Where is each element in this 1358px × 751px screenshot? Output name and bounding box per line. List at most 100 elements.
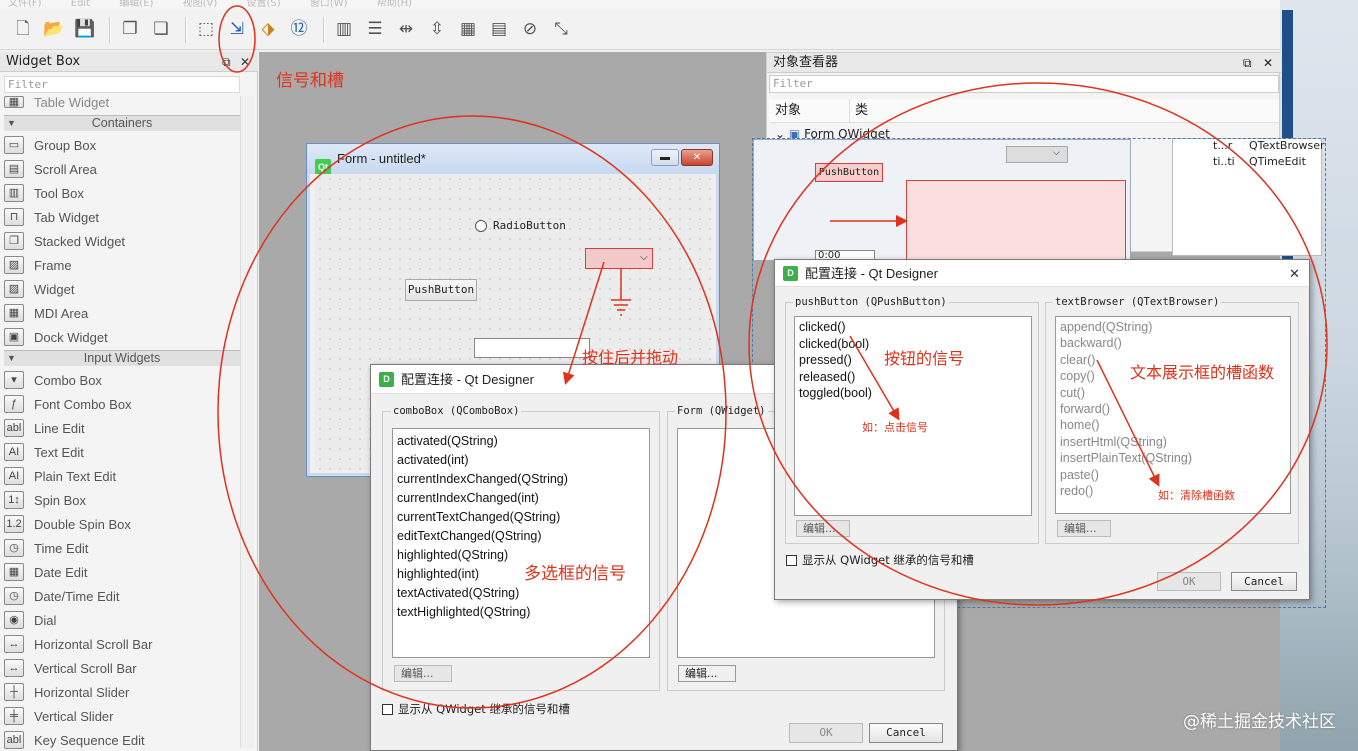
edit-tab-order-icon[interactable]: ⑫ bbox=[286, 17, 312, 43]
save-icon[interactable]: 💾 bbox=[72, 17, 98, 43]
layout-horizontal-icon[interactable]: ▥ bbox=[331, 17, 357, 43]
float-icon[interactable]: ⧉ bbox=[222, 52, 231, 72]
widget-item[interactable]: ⊓ Tab Widget bbox=[4, 205, 240, 229]
close-icon[interactable]: ✕ bbox=[1289, 260, 1300, 287]
widget-item[interactable]: ▭ Group Box bbox=[4, 133, 240, 157]
text-browser[interactable] bbox=[906, 180, 1126, 262]
list-item[interactable]: currentIndexChanged(int) bbox=[393, 489, 649, 508]
widget-item[interactable]: AI Text Edit bbox=[4, 440, 240, 464]
list-item[interactable]: backward() bbox=[1056, 335, 1290, 351]
list-item[interactable]: released() bbox=[795, 369, 1031, 386]
widget-item[interactable]: 1.2 Double Spin Box bbox=[4, 512, 240, 536]
list-item[interactable]: textActivated(QString) bbox=[393, 584, 649, 603]
list-item[interactable]: append(QString) bbox=[1056, 319, 1290, 335]
window-stack-icon[interactable]: ❏ bbox=[148, 17, 174, 43]
list-item[interactable]: clicked() bbox=[795, 319, 1031, 336]
edit-widgets-icon[interactable]: ⬚ bbox=[193, 17, 219, 43]
ok-button[interactable]: OK bbox=[789, 723, 863, 743]
list-item[interactable]: paste() bbox=[1056, 467, 1290, 483]
list-item[interactable]: textHighlighted(QString) bbox=[393, 603, 649, 622]
widget-item[interactable]: ↔ Horizontal Scroll Bar bbox=[4, 632, 240, 656]
list-item[interactable]: currentIndexChanged(QString) bbox=[393, 470, 649, 489]
list-item[interactable]: insertPlainText(QString) bbox=[1056, 450, 1290, 466]
menu-edit-en[interactable]: Edit bbox=[71, 0, 90, 9]
widget-item[interactable]: ◷ Time Edit bbox=[4, 536, 240, 560]
layout-vertical-splitter-icon[interactable]: ⇳ bbox=[424, 17, 450, 43]
list-item[interactable]: forward() bbox=[1056, 401, 1290, 417]
widget-item[interactable]: ┼ Horizontal Slider bbox=[4, 680, 240, 704]
widget-item[interactable]: ◉ Dial bbox=[4, 608, 240, 632]
edit-signals-button[interactable]: 编辑... bbox=[796, 520, 850, 537]
widget-item[interactable]: 1↕ Spin Box bbox=[4, 488, 240, 512]
widget-item[interactable]: ↔ Vertical Scroll Bar bbox=[4, 656, 240, 680]
edit-signals-slots-icon[interactable]: ⇲ bbox=[224, 17, 250, 43]
widget-item[interactable]: abl Key Sequence Edit bbox=[4, 728, 240, 751]
show-inherited-checkbox[interactable]: 显示从 QWidget 继承的信号和槽 bbox=[786, 552, 974, 568]
widget-item[interactable]: ▨ Frame bbox=[4, 253, 240, 277]
widget-item[interactable]: ▤ Scroll Area bbox=[4, 157, 240, 181]
widget-box-scrollbar[interactable] bbox=[240, 96, 254, 748]
widget-item[interactable]: ▾ Combo Box bbox=[4, 368, 240, 392]
list-item[interactable]: home() bbox=[1056, 417, 1290, 433]
widget-item[interactable]: ╪ Vertical Slider bbox=[4, 704, 240, 728]
menu-edit[interactable]: 编辑(E) bbox=[119, 0, 153, 9]
window-icon[interactable]: ❐ bbox=[117, 17, 143, 43]
edit-buddies-icon[interactable]: ⬗ bbox=[255, 17, 281, 43]
widget-filter-input[interactable]: Filter bbox=[4, 76, 240, 93]
cancel-button[interactable]: Cancel bbox=[1231, 572, 1297, 591]
widget-item[interactable]: ▣ Dock Widget bbox=[4, 325, 240, 349]
list-item[interactable]: insertHtml(QString) bbox=[1056, 434, 1290, 450]
cancel-button[interactable]: Cancel bbox=[869, 723, 943, 743]
show-inherited-checkbox[interactable]: 显示从 QWidget 继承的信号和槽 bbox=[382, 701, 570, 717]
widget-item[interactable]: ▥ Tool Box bbox=[4, 181, 240, 205]
open-folder-icon[interactable]: 📂 bbox=[41, 17, 67, 43]
layout-grid-icon[interactable]: ▦ bbox=[455, 17, 481, 43]
widget-item[interactable]: ▦ MDI Area bbox=[4, 301, 240, 325]
minimize-button[interactable]: ▬ bbox=[651, 149, 679, 166]
list-item[interactable]: cut() bbox=[1056, 385, 1290, 401]
menu-file[interactable]: 文件(F) bbox=[8, 0, 42, 9]
category-input-widgets[interactable]: ▼ Input Widgets bbox=[4, 350, 240, 366]
float-icon[interactable]: ⧉ bbox=[1243, 53, 1252, 73]
menu-view[interactable]: 视图(V) bbox=[183, 0, 218, 9]
edit-slots-button[interactable]: 编辑... bbox=[1057, 520, 1111, 537]
layout-vertical-icon[interactable]: ☰ bbox=[362, 17, 388, 43]
widget-item[interactable]: abl Line Edit bbox=[4, 416, 240, 440]
signal-list[interactable]: activated(QString) activated(int) currentI… bbox=[392, 428, 650, 658]
list-item[interactable]: activated(int) bbox=[393, 451, 649, 470]
edit-signals-button[interactable]: 编辑... bbox=[394, 665, 452, 682]
widget-item[interactable]: ▦ Date Edit bbox=[4, 560, 240, 584]
push-button[interactable]: PushButton bbox=[405, 279, 477, 301]
list-item[interactable]: activated(QString) bbox=[393, 432, 649, 451]
adjust-size-icon[interactable]: ⤡ bbox=[548, 17, 574, 43]
slot-list[interactable]: append(QString) backward() clear() copy() cu… bbox=[1055, 316, 1291, 514]
close-button[interactable]: ✕ bbox=[681, 149, 713, 166]
column-object[interactable]: 对象 bbox=[775, 99, 801, 123]
list-item[interactable]: currentTextChanged(QString) bbox=[393, 508, 649, 527]
layout-horizontal-splitter-icon[interactable]: ⇹ bbox=[393, 17, 419, 43]
ok-button[interactable]: OK bbox=[1157, 572, 1221, 591]
edit-slots-button[interactable]: 编辑... bbox=[678, 665, 736, 682]
widget-item[interactable]: ▨ Widget bbox=[4, 277, 240, 301]
close-icon[interactable]: ✕ bbox=[240, 52, 250, 72]
widget-item[interactable]: ◷ Date/Time Edit bbox=[4, 584, 240, 608]
list-item[interactable]: ▦ Table Widget bbox=[4, 93, 240, 111]
combo-box[interactable]: ⌵ bbox=[585, 248, 653, 269]
new-file-icon[interactable]: 🗋 bbox=[10, 17, 36, 43]
widget-item[interactable]: AI Plain Text Edit bbox=[4, 464, 240, 488]
combo-box[interactable]: ⌵ bbox=[1006, 146, 1068, 163]
object-filter-input[interactable]: Filter bbox=[769, 75, 1279, 93]
line-edit[interactable] bbox=[474, 338, 590, 358]
menu-window[interactable]: 窗口(W) bbox=[310, 0, 348, 9]
layout-form-icon[interactable]: ▤ bbox=[486, 17, 512, 43]
list-item[interactable]: editTextChanged(QString) bbox=[393, 527, 649, 546]
category-containers[interactable]: ▼ Containers bbox=[4, 115, 240, 131]
break-layout-icon[interactable]: ⊘ bbox=[517, 17, 543, 43]
widget-item[interactable]: ƒ Font Combo Box bbox=[4, 392, 240, 416]
list-item[interactable]: toggled(bool) bbox=[795, 385, 1031, 402]
widget-item[interactable]: ❐ Stacked Widget bbox=[4, 229, 240, 253]
column-class[interactable]: 类 bbox=[855, 99, 868, 123]
menu-settings[interactable]: 设置(S) bbox=[246, 0, 280, 9]
menu-help[interactable]: 帮助(H) bbox=[377, 0, 412, 9]
push-button[interactable]: PushButton bbox=[815, 163, 883, 182]
